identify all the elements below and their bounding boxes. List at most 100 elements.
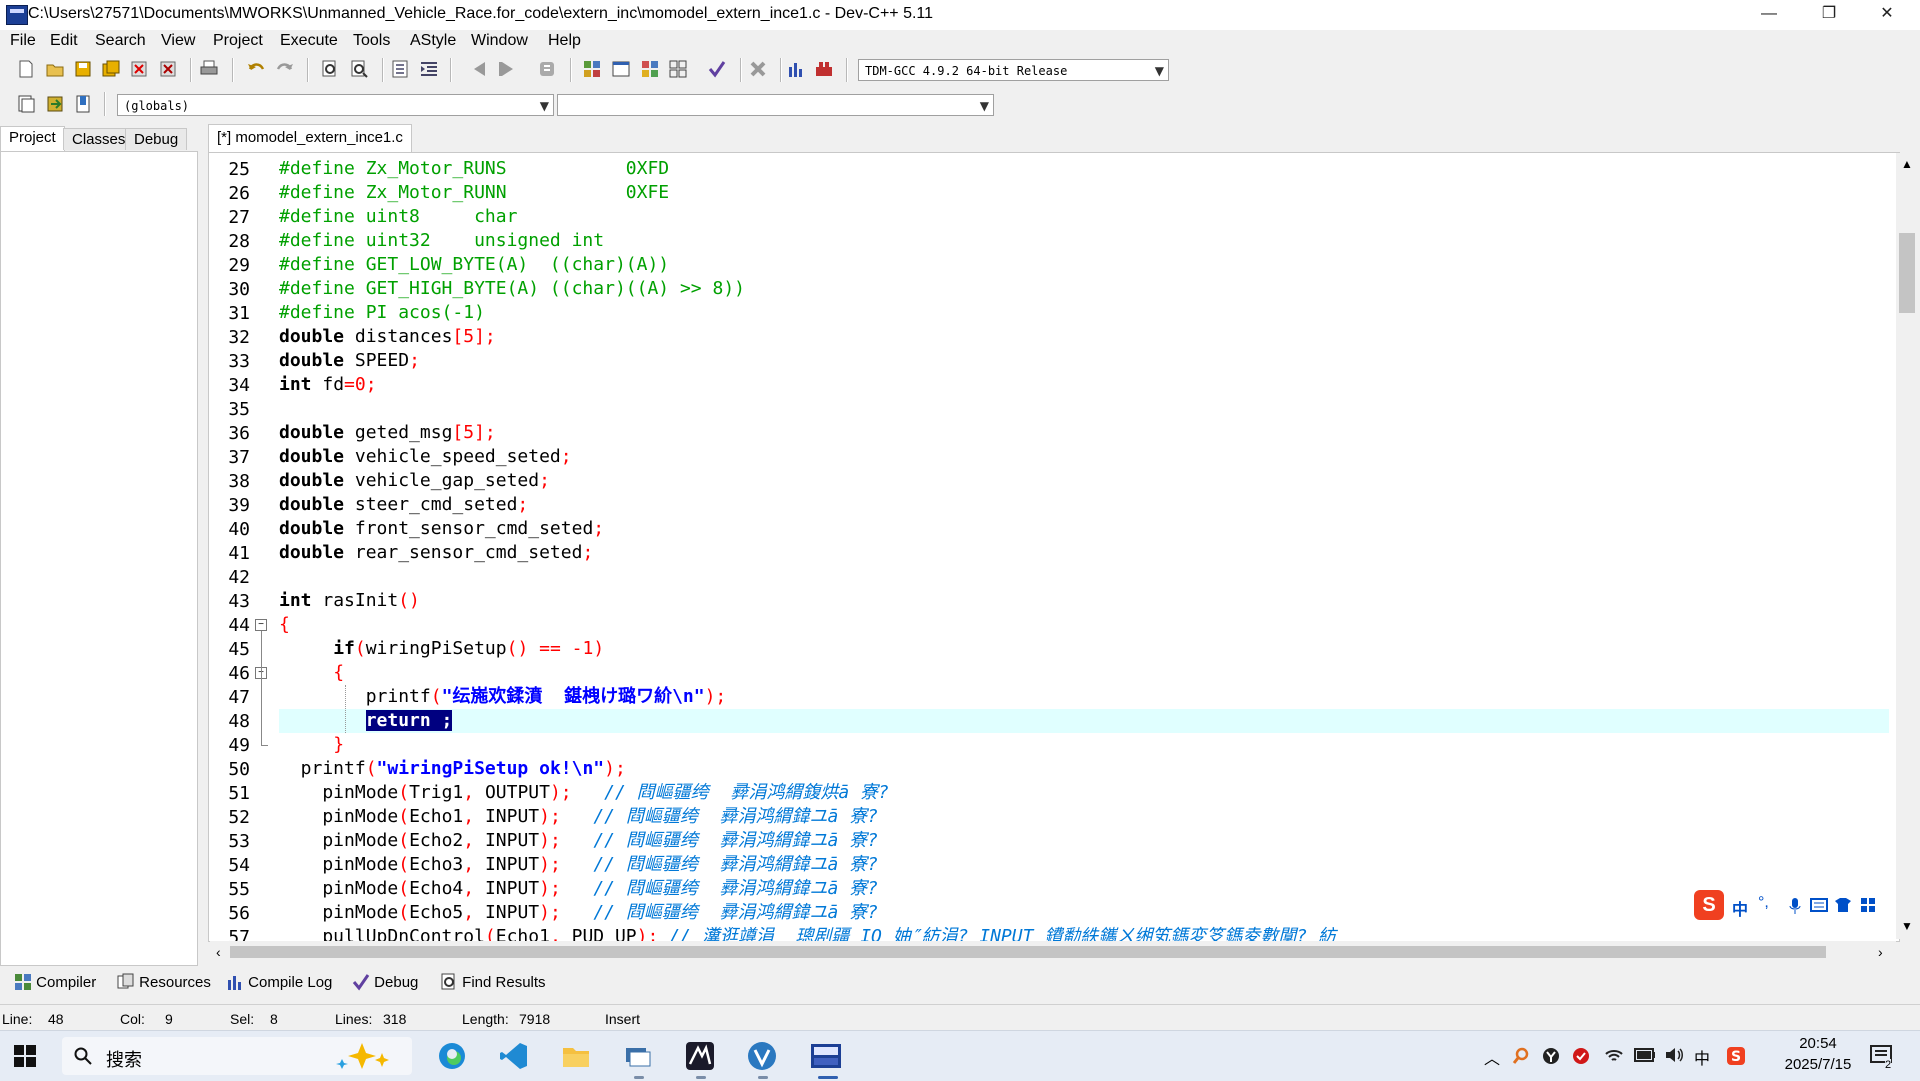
code-line[interactable]: }: [279, 733, 344, 757]
code-line[interactable]: {: [279, 661, 344, 685]
menu-project[interactable]: Project: [211, 32, 265, 50]
project-tree-panel[interactable]: [0, 151, 198, 966]
save-icon[interactable]: [73, 59, 93, 79]
compile-run-icon[interactable]: [640, 59, 660, 79]
tab-debug-output[interactable]: Debug: [346, 971, 422, 995]
code-line[interactable]: pinMode(Echo4, INPUT); // 閰嶇疆绔 彛涓鸿緭鍏ユā 寮…: [279, 877, 878, 901]
volume-icon[interactable]: [1664, 1046, 1684, 1064]
input-method-indicator[interactable]: 中: [1694, 1045, 1710, 1069]
toggle-bookmark-icon[interactable]: [73, 94, 93, 114]
compiler-select[interactable]: TDM-GCC 4.9.2 64-bit Release ▼: [858, 59, 1169, 81]
menu-tools[interactable]: Tools: [351, 32, 392, 50]
menu-view[interactable]: View: [159, 32, 197, 50]
symbol-select[interactable]: ▼: [557, 94, 994, 116]
stop-execution-icon[interactable]: [748, 59, 768, 79]
minimize-button[interactable]: —: [1746, 0, 1792, 30]
vpn-tray-icon[interactable]: [1542, 1047, 1560, 1065]
bookmark-icon[interactable]: [537, 59, 557, 79]
code-line[interactable]: double vehicle_speed_seted;: [279, 445, 572, 469]
menu-edit[interactable]: Edit: [48, 32, 80, 50]
menu-astyle[interactable]: AStyle: [408, 32, 458, 50]
code-line[interactable]: double steer_cmd_seted;: [279, 493, 528, 517]
skin-icon[interactable]: [1834, 897, 1852, 913]
scroll-thumb[interactable]: [1899, 233, 1915, 313]
edge-browser-icon[interactable]: [436, 1040, 468, 1072]
scroll-up-icon[interactable]: ▲: [1901, 157, 1913, 171]
scroll-left-icon[interactable]: ‹: [216, 944, 221, 960]
tab-compile-log[interactable]: Compile Log: [220, 971, 336, 995]
menu-window[interactable]: Window: [469, 32, 530, 50]
indent-icon[interactable]: [390, 59, 410, 79]
vscode-icon[interactable]: [498, 1040, 530, 1072]
unindent-icon[interactable]: [419, 59, 439, 79]
save-all-icon[interactable]: [101, 59, 121, 79]
scroll-thumb[interactable]: [230, 946, 1826, 958]
profile-icon[interactable]: [786, 59, 806, 79]
menu-execute[interactable]: Execute: [278, 32, 340, 50]
code-line[interactable]: pinMode(Echo2, INPUT); // 閰嶇疆绔 彛涓鸿緭鍏ユā 寮…: [279, 829, 878, 853]
fold-toggle-icon[interactable]: −: [255, 619, 267, 631]
code-line[interactable]: #define GET_HIGH_BYTE(A) ((char)((A) >> …: [279, 277, 745, 301]
code-line[interactable]: #define Zx_Motor_RUNS 0XFD: [279, 157, 669, 181]
code-line[interactable]: if(wiringPiSetup() == -1): [279, 637, 604, 661]
file-explorer-icon[interactable]: [560, 1040, 592, 1072]
new-file-icon[interactable]: [16, 59, 36, 79]
maximize-button[interactable]: ❐: [1806, 0, 1852, 30]
menu-file[interactable]: File: [8, 32, 38, 50]
open-file-icon[interactable]: [45, 59, 65, 79]
clock-date[interactable]: 2025/7/15: [1768, 1056, 1868, 1073]
tab-classes[interactable]: Classes: [63, 128, 135, 150]
wifi-icon[interactable]: [1604, 1047, 1624, 1065]
syntax-check-icon[interactable]: [707, 59, 727, 79]
back-icon[interactable]: [470, 59, 490, 79]
rebuild-icon[interactable]: [668, 59, 688, 79]
code-line[interactable]: double vehicle_gap_seted;: [279, 469, 550, 493]
keyboard-icon[interactable]: [1810, 898, 1828, 912]
print-icon[interactable]: [199, 59, 219, 79]
compile-icon[interactable]: [582, 59, 602, 79]
code-line[interactable]: double rear_sensor_cmd_seted;: [279, 541, 593, 565]
scroll-right-icon[interactable]: ›: [1878, 944, 1883, 960]
code-line[interactable]: printf("wiringPiSetup ok!\n");: [279, 757, 626, 781]
code-line[interactable]: #define uint8 char: [279, 205, 517, 229]
close-all-icon[interactable]: [158, 59, 178, 79]
tab-resources[interactable]: Resources: [111, 971, 215, 995]
tab-project[interactable]: Project: [0, 126, 65, 152]
vertical-scrollbar[interactable]: ▲ ▼: [1896, 153, 1918, 939]
devcpp-taskbar-icon[interactable]: [810, 1040, 842, 1072]
scope-select[interactable]: (globals) ▼: [117, 94, 554, 116]
code-line[interactable]: {: [279, 613, 290, 637]
mworks-icon[interactable]: [684, 1040, 716, 1072]
close-button[interactable]: ✕: [1864, 0, 1910, 30]
code-line[interactable]: pinMode(Echo3, INPUT); // 閰嶇疆绔 彛涓鸿緭鍏ユā 寮…: [279, 853, 878, 877]
find-icon[interactable]: [320, 59, 340, 79]
terminal-window-icon[interactable]: [622, 1040, 654, 1072]
antivirus-tray-icon[interactable]: [1572, 1047, 1590, 1065]
code-line[interactable]: int fd=0;: [279, 373, 377, 397]
code-line[interactable]: pinMode(Trig1, OUTPUT); // 閰嶇疆绔 彛涓鸿緭鍑烘ā …: [279, 781, 889, 805]
code-area[interactable]: #define Zx_Motor_RUNS 0XFD #define Zx_Mot…: [279, 157, 1899, 947]
show-hidden-icons-chevron-icon[interactable]: ︿: [1484, 1045, 1500, 1069]
horizontal-scrollbar[interactable]: ‹ ›: [210, 941, 1896, 963]
sogou-logo-icon[interactable]: S: [1694, 890, 1724, 920]
code-line[interactable]: #define uint32 unsigned int: [279, 229, 604, 253]
replace-icon[interactable]: [349, 59, 369, 79]
close-file-icon[interactable]: [129, 59, 149, 79]
undo-icon[interactable]: [246, 59, 266, 79]
code-line[interactable]: int rasInit(): [279, 589, 420, 613]
taskbar-search-box[interactable]: 搜索: [62, 1037, 412, 1075]
ime-punct[interactable]: °,: [1758, 894, 1769, 912]
goto-icon[interactable]: [45, 94, 65, 114]
toolbox-icon[interactable]: [1860, 897, 1876, 913]
code-line[interactable]: return ;: [279, 709, 453, 733]
code-line[interactable]: pinMode(Echo5, INPUT); // 閰嶇疆绔 彛涓鸿緭鍏ユā 寮…: [279, 901, 878, 925]
tab-compiler[interactable]: Compiler: [8, 971, 100, 995]
run-icon[interactable]: [611, 59, 631, 79]
insert-icon[interactable]: [16, 94, 36, 114]
microphone-icon[interactable]: [1788, 897, 1802, 915]
forward-icon[interactable]: [497, 59, 517, 79]
clock-time[interactable]: 20:54: [1778, 1035, 1858, 1052]
code-line[interactable]: pinMode(Echo1, INPUT); // 閰嶇疆绔 彛涓鸿緭鍏ユā 寮…: [279, 805, 878, 829]
code-editor[interactable]: #define Zx_Motor_RUNS 0XFD #define Zx_Mot…: [208, 152, 1900, 948]
windows-start-icon[interactable]: [14, 1045, 36, 1067]
